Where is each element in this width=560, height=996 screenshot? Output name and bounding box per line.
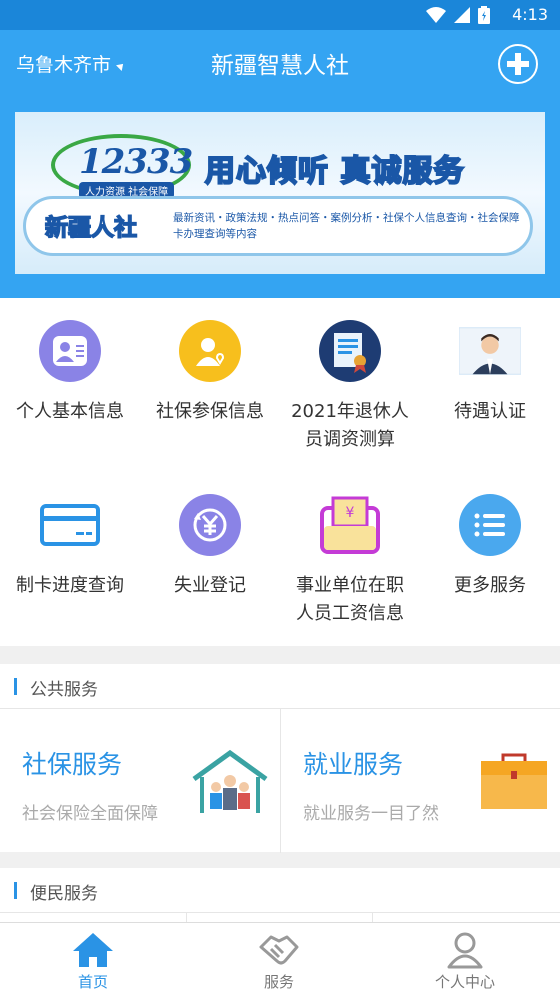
briefcase-icon [481, 753, 547, 809]
person-card-icon [39, 320, 101, 382]
grid-item-label: 失业登记 [174, 575, 246, 596]
grid-item-label: 待遇认证 [454, 401, 526, 422]
card-subtitle: 社会保险全面保障 [22, 804, 158, 824]
family-house-icon [192, 749, 268, 813]
signal-icon [454, 7, 470, 23]
grid-item-more-services[interactable]: 更多服务 [420, 494, 560, 600]
status-bar: 4:13 [0, 0, 560, 30]
section-public-services: 公共服务 [0, 664, 560, 708]
section-accent-bar [14, 678, 17, 695]
banner[interactable]: 12333 人力资源 社会保障 用心倾听 真诚服务 新疆人社 最新资讯・政策法规… [15, 112, 545, 274]
tab-profile[interactable]: 个人中心 [372, 923, 558, 996]
header: 乌鲁木齐市 新疆智慧人社 12333 人力资源 社会保障 用心倾听 真诚服务 新… [0, 30, 560, 298]
handshake-icon [186, 929, 372, 971]
banner-slogan: 用心倾听 真诚服务 [204, 153, 465, 190]
tab-home[interactable]: 首页 [0, 923, 186, 996]
grid-item-label: 事业单位在职人员工资信息 [296, 575, 404, 624]
battery-icon [478, 6, 490, 24]
card-title: 社保服务 [22, 750, 123, 779]
hotline-number: 12333 [79, 142, 193, 182]
grid-item-label: 2021年退休人员调资测算 [291, 401, 409, 450]
service-cards: 社保服务 社会保险全面保障 就业服务 就业服务一目了然 [0, 708, 560, 853]
section-title: 公共服务 [30, 680, 98, 700]
wallet-yuan-icon: ¥ [319, 494, 381, 556]
section-convenience-services: 便民服务 [0, 868, 560, 912]
person-heart-icon [179, 320, 241, 382]
tab-label: 首页 [77, 973, 108, 991]
add-button[interactable] [498, 44, 538, 84]
card-icon [39, 494, 101, 556]
grid-item-label: 社保参保信息 [156, 401, 264, 422]
clock: 4:13 [512, 5, 548, 24]
card-subtitle: 就业服务一目了然 [303, 804, 439, 824]
page-title: 新疆智慧人社 [211, 53, 349, 79]
banner-brand: 新疆人社 [44, 214, 138, 242]
grid-item-insurance-info[interactable]: 社保参保信息 [140, 320, 280, 426]
grid-item-label: 制卡进度查询 [16, 575, 124, 596]
face-photo-icon [459, 320, 521, 382]
tab-label: 个人中心 [434, 973, 495, 991]
tab-services[interactable]: 服务 [186, 923, 372, 996]
home-icon [0, 929, 186, 971]
card-employment[interactable]: 就业服务 就业服务一目了然 [280, 709, 560, 853]
status-icons [426, 6, 490, 24]
grid-item-card-progress[interactable]: 制卡进度查询 [0, 494, 140, 600]
grid-item-salary-info[interactable]: ¥ 事业单位在职人员工资信息 [280, 494, 420, 628]
grid-item-label: 更多服务 [454, 575, 526, 596]
list-icon [459, 494, 521, 556]
wifi-icon [426, 7, 446, 23]
bottom-tab-bar: 首页 服务 个人中心 [0, 922, 560, 996]
grid-item-label: 个人基本信息 [16, 401, 124, 422]
certificate-icon [319, 320, 381, 382]
section-accent-bar [14, 882, 17, 899]
banner-description: 最新资讯・政策法规・热点问答・案例分析・社保个人信息查询・社会保障卡办理查询等内… [173, 212, 520, 240]
card-social-insurance[interactable]: 社保服务 社会保险全面保障 [0, 709, 280, 853]
tab-label: 服务 [263, 973, 294, 991]
grid-item-personal-info[interactable]: 个人基本信息 [0, 320, 140, 426]
grid-item-retiree-calc[interactable]: 2021年退休人员调资测算 [280, 320, 420, 454]
grid-item-benefit-auth[interactable]: 待遇认证 [420, 320, 560, 426]
plus-icon [507, 53, 529, 75]
yuan-refresh-icon [179, 494, 241, 556]
grid-item-unemployment[interactable]: 失业登记 [140, 494, 280, 600]
svg-text:¥: ¥ [346, 505, 355, 521]
card-title: 就业服务 [303, 750, 404, 779]
quick-services-grid: 个人基本信息 社保参保信息 2021年退休人员调资测算 待遇认证 制卡进度查询 … [0, 298, 560, 646]
section-title: 便民服务 [30, 884, 98, 904]
user-icon [372, 929, 558, 971]
